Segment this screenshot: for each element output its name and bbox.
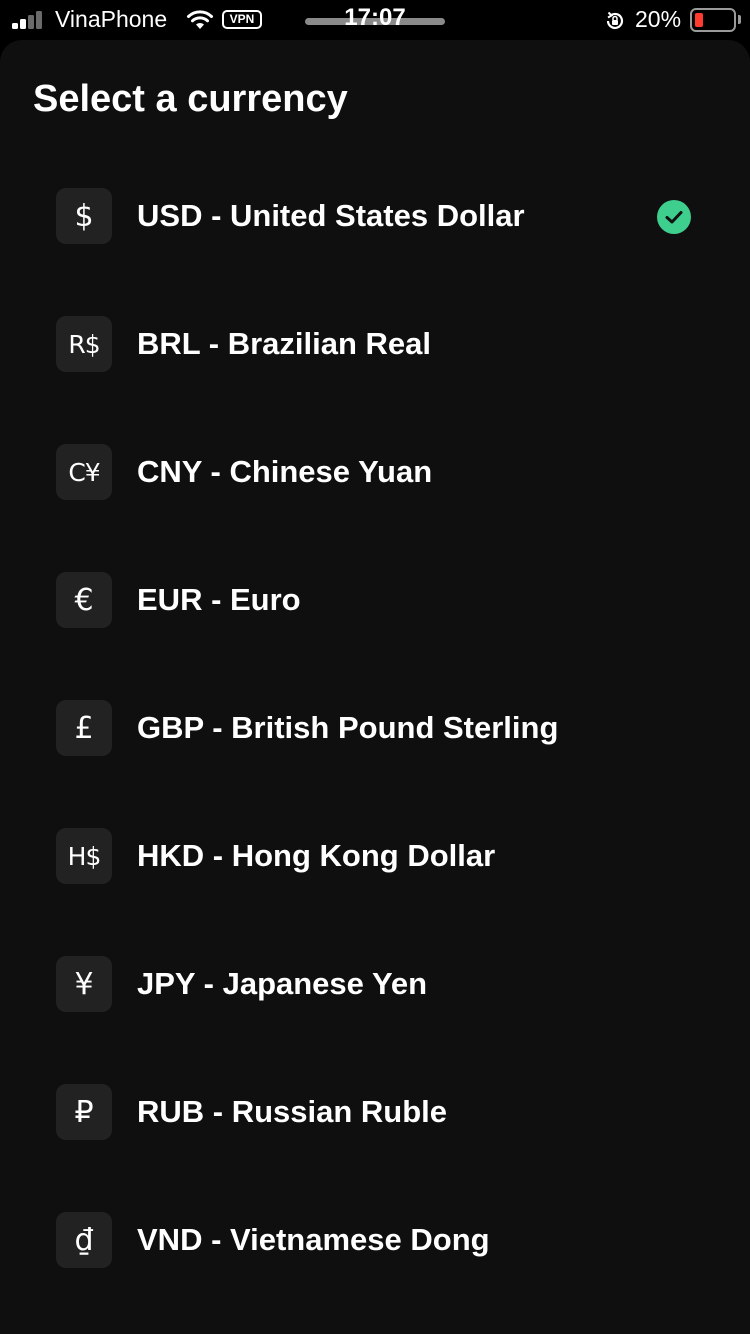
pound-icon: £	[56, 700, 112, 756]
yen-icon: ¥	[56, 956, 112, 1012]
page-title: Select a currency	[33, 78, 348, 120]
currency-item-vnd[interactable]: ₫ VND - Vietnamese Dong	[0, 1176, 750, 1304]
currency-sheet: Select a currency $ USD - United States …	[0, 40, 750, 1334]
currency-label: RUB - Russian Ruble	[137, 1094, 448, 1129]
currency-list: $ USD - United States Dollar R$ BRL - Br…	[0, 152, 750, 1304]
yuan-icon: C¥	[56, 444, 112, 500]
currency-item-gbp[interactable]: £ GBP - British Pound Sterling	[0, 664, 750, 792]
battery-tip	[738, 15, 741, 24]
battery-level	[695, 13, 703, 27]
ruble-icon: ₽	[56, 1084, 112, 1140]
dong-icon: ₫	[56, 1212, 112, 1268]
battery-percent: 20%	[635, 6, 682, 32]
status-time: 17:07	[344, 4, 406, 31]
currency-item-eur[interactable]: € EUR - Euro	[0, 536, 750, 664]
currency-item-brl[interactable]: R$ BRL - Brazilian Real	[0, 280, 750, 408]
currency-label: HKD - Hong Kong Dollar	[137, 838, 496, 873]
status-bar: VinaPhone VPN 17:07 20%	[0, 0, 750, 40]
euro-icon: €	[56, 572, 112, 628]
real-icon: R$	[56, 316, 112, 372]
currency-label: CNY - Chinese Yuan	[137, 454, 433, 489]
dollar-icon: $	[56, 188, 112, 244]
currency-item-hkd[interactable]: H$ HKD - Hong Kong Dollar	[0, 792, 750, 920]
rotation-lock-icon	[606, 11, 624, 30]
currency-label: USD - United States Dollar	[137, 198, 525, 233]
currency-item-cny[interactable]: C¥ CNY - Chinese Yuan	[0, 408, 750, 536]
signal-icon	[12, 11, 48, 29]
currency-label: JPY - Japanese Yen	[137, 966, 428, 1001]
currency-item-jpy[interactable]: ¥ JPY - Japanese Yen	[0, 920, 750, 1048]
battery-icon	[690, 8, 736, 32]
vpn-badge: VPN	[222, 10, 262, 29]
check-circle	[657, 200, 691, 234]
carrier-name: VinaPhone	[55, 6, 168, 32]
currency-label: EUR - Euro	[137, 582, 301, 617]
selected-check-icon	[657, 200, 691, 234]
currency-label: VND - Vietnamese Dong	[137, 1222, 490, 1257]
wifi-icon	[187, 10, 213, 29]
currency-item-rub[interactable]: ₽ RUB - Russian Ruble	[0, 1048, 750, 1176]
hk-dollar-icon: H$	[56, 828, 112, 884]
currency-item-usd[interactable]: $ USD - United States Dollar	[0, 152, 750, 280]
currency-label: BRL - Brazilian Real	[137, 326, 432, 361]
currency-label: GBP - British Pound Sterling	[137, 710, 559, 745]
